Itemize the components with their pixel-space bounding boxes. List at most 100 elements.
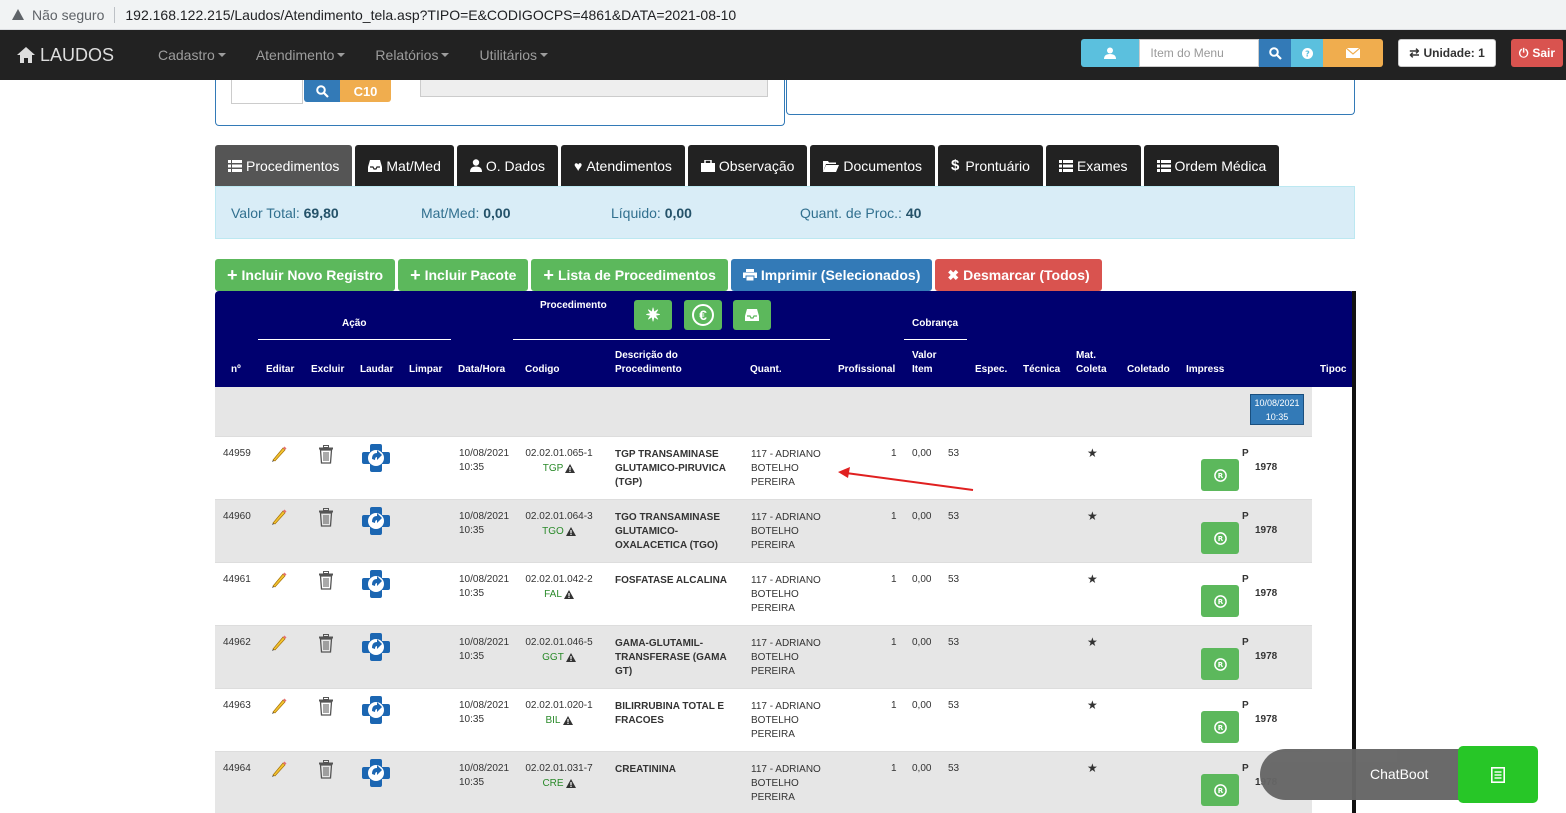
table-row[interactable]: 44959 10/08/2021 10:35 02.02.01.065-1 TG…	[215, 436, 1312, 499]
caret-down-icon	[217, 53, 226, 57]
euro-filter-button[interactable]: €	[684, 300, 722, 330]
exit-button[interactable]: ⏻ Sair	[1510, 39, 1563, 67]
row-description: BILIRRUBINA TOTAL E FRACOES	[615, 700, 724, 728]
trash-icon[interactable]	[318, 634, 334, 656]
tab-bar: Procedimentos Mat/Med O. Dados ♥ Atendime…	[215, 145, 1282, 186]
pencil-icon[interactable]	[270, 571, 288, 592]
pencil-icon[interactable]	[270, 634, 288, 655]
unit-label: Unidade: 1	[1423, 46, 1485, 60]
laudar-icon[interactable]	[360, 569, 392, 602]
sun-filter-button[interactable]: ✷	[634, 300, 672, 330]
table-row[interactable]: 44960 10/08/2021 10:35 02.02.01.064-3 TG…	[215, 499, 1312, 562]
desc-line: CREATININA	[615, 764, 676, 775]
label: Valor Total:	[231, 204, 300, 221]
trash-icon[interactable]	[318, 508, 334, 530]
url-text[interactable]: 192.168.122.215/Laudos/Atendimento_tela.…	[125, 7, 736, 23]
unit-button[interactable]: ⇄ Unidade: 1	[1398, 39, 1496, 67]
warning-icon	[12, 9, 24, 20]
browser-address-bar[interactable]: Não seguro 192.168.122.215/Laudos/Atendi…	[0, 0, 1566, 30]
trash-icon[interactable]	[318, 571, 334, 593]
procedure-list-button[interactable]: + Lista de Procedimentos	[531, 259, 728, 291]
tab-exames[interactable]: Exames	[1045, 145, 1141, 186]
print-r-button[interactable]: R	[1201, 522, 1239, 554]
prof-line: BOTELHO	[751, 463, 799, 474]
row-quant: 1	[891, 763, 897, 774]
tab-procedimentos[interactable]: Procedimentos	[215, 145, 353, 186]
code-input[interactable]	[231, 80, 303, 104]
print-r-button[interactable]: R	[1201, 648, 1239, 680]
button-label: Lista de Procedimentos	[557, 267, 716, 283]
tab-observacao[interactable]: Observação	[687, 145, 808, 186]
tab-outros-dados[interactable]: O. Dados	[456, 145, 558, 186]
warning-icon	[563, 590, 574, 599]
add-package-button[interactable]: + Incluir Pacote	[398, 259, 529, 291]
abbr-text: TGP	[542, 463, 564, 474]
pencil-icon[interactable]	[270, 508, 288, 529]
inbox-filter-button[interactable]	[733, 300, 771, 330]
print-r-button[interactable]: R	[1201, 774, 1239, 806]
help-button[interactable]: ?	[1291, 39, 1324, 67]
trash-icon[interactable]	[318, 445, 334, 467]
menu-label: Relatórios	[375, 47, 439, 63]
table-row[interactable]: 44964 10/08/2021 10:35 02.02.01.031-7 CR…	[215, 751, 1312, 813]
warning-icon	[562, 716, 573, 725]
table-row[interactable]: 44963 10/08/2021 10:35 02.02.01.020-1 BI…	[215, 688, 1312, 751]
menu-relatorios[interactable]: Relatórios	[360, 47, 464, 63]
tab-documentos[interactable]: Documentos	[810, 145, 935, 186]
row-quant: 1	[891, 448, 897, 459]
lookup-button[interactable]	[304, 80, 340, 102]
laudar-icon[interactable]	[360, 443, 392, 476]
tab-ordem-medica[interactable]: Ordem Médica	[1143, 145, 1280, 186]
chat-open-button[interactable]	[1458, 746, 1538, 803]
menu-search-button[interactable]	[1259, 39, 1292, 67]
tab-prontuario[interactable]: $ Prontuário	[938, 145, 1043, 186]
table-header: Ação Procedimento ✷ € Cobrança nº Editar…	[215, 291, 1352, 387]
tab-atendimentos[interactable]: ♥ Atendimentos	[561, 145, 685, 186]
power-icon: ⏻	[1518, 45, 1529, 60]
menu-atendimento[interactable]: Atendimento	[241, 47, 361, 63]
pencil-icon[interactable]	[270, 445, 288, 466]
row-date: 10/08/2021	[459, 574, 510, 585]
laudar-icon[interactable]	[360, 758, 392, 791]
unselect-all-button[interactable]: ✖ Desmarcar (Todos)	[935, 259, 1102, 291]
search-icon	[1269, 46, 1282, 60]
brand-link[interactable]: LAUDOS	[16, 45, 143, 66]
date-badge[interactable]: 10/08/2021 10:35	[1250, 394, 1304, 425]
menu-cadastro[interactable]: Cadastro	[143, 47, 241, 63]
prof-line: 117 - ADRIANO	[751, 764, 821, 775]
heart-icon: ♥	[574, 157, 583, 174]
tab-matmed[interactable]: Mat/Med	[355, 145, 454, 186]
table-row[interactable]: 44962 10/08/2021 10:35 02.02.01.046-5 GG…	[215, 625, 1312, 688]
print-r-button[interactable]: R	[1201, 711, 1239, 743]
svg-text:?: ?	[1305, 49, 1310, 58]
print-r-button[interactable]: R	[1201, 585, 1239, 617]
laudar-icon[interactable]	[360, 632, 392, 665]
user-icon	[1104, 47, 1117, 59]
top-navbar: LAUDOS Cadastro Atendimento Relatórios U…	[0, 30, 1566, 80]
laudar-icon[interactable]	[360, 506, 392, 539]
code-abbr: TGO	[525, 526, 593, 537]
row-valor: 0,00	[912, 448, 932, 459]
table-row[interactable]: 44961 10/08/2021 10:35 02.02.01.042-2 FA…	[215, 562, 1312, 625]
row-espec: 53	[948, 511, 960, 522]
list-icon	[228, 159, 242, 172]
laudar-icon[interactable]	[360, 695, 392, 728]
pencil-icon[interactable]	[270, 760, 288, 781]
caret-down-icon	[540, 53, 549, 57]
button-label: Desmarcar (Todos)	[963, 267, 1090, 283]
chat-widget[interactable]: ChatBoot	[1260, 746, 1538, 803]
add-record-button[interactable]: + Incluir Novo Registro	[215, 259, 396, 291]
col-tipoc: Tipoc	[1320, 364, 1347, 375]
trash-icon[interactable]	[318, 760, 334, 782]
row-p: P	[1242, 637, 1249, 648]
print-selected-button[interactable]: Imprimir (Selecionados)	[730, 259, 933, 291]
user-button[interactable]	[1081, 39, 1140, 67]
row-valor: 0,00	[912, 763, 932, 774]
menu-utilitarios[interactable]: Utilitários	[464, 47, 563, 63]
pencil-icon[interactable]	[270, 697, 288, 718]
c10-button[interactable]: C10	[340, 80, 391, 102]
print-r-button[interactable]: R	[1201, 459, 1239, 491]
mail-button[interactable]	[1323, 39, 1384, 67]
menu-search-input[interactable]: Item do Menu	[1139, 39, 1260, 67]
trash-icon[interactable]	[318, 697, 334, 719]
